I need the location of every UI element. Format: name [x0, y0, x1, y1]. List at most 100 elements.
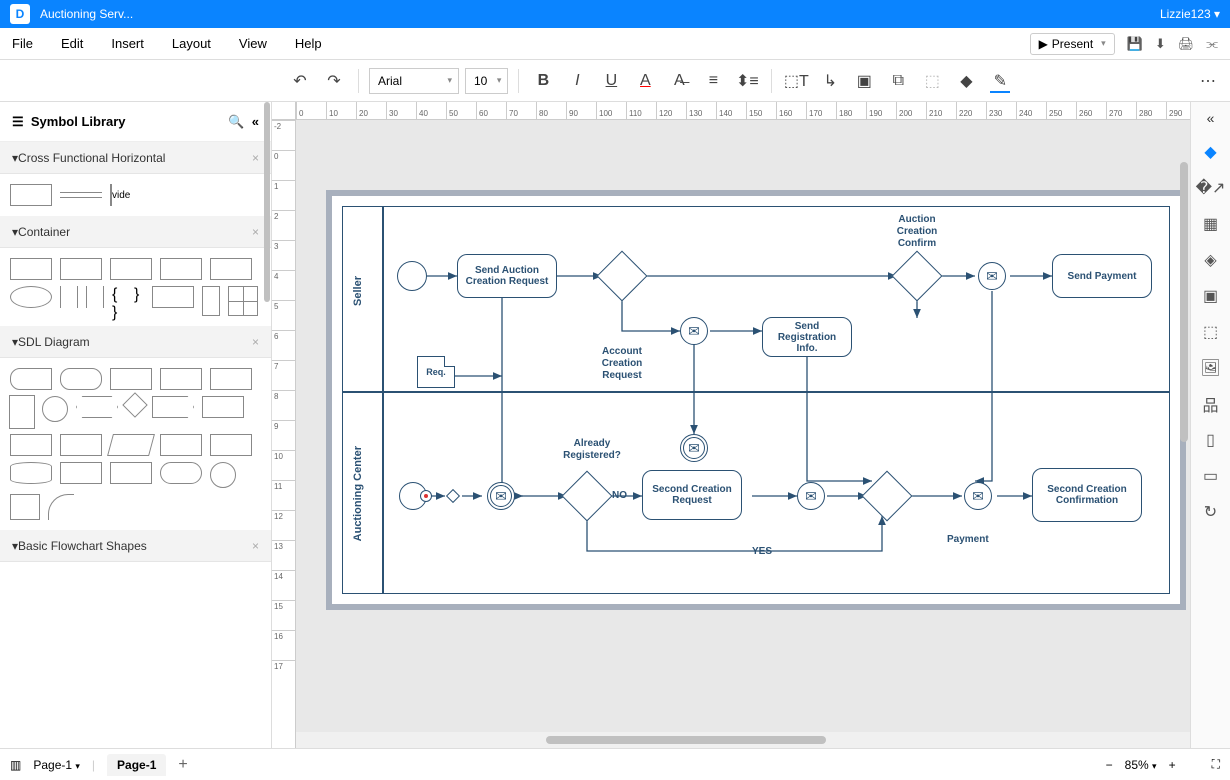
more-button[interactable]: ⋯ [1194, 67, 1222, 95]
message-event-4[interactable]: ✉ [797, 482, 825, 510]
collapse-sidebar-icon[interactable]: « [252, 114, 259, 129]
shape-bracket[interactable] [86, 286, 104, 308]
diagram-page[interactable]: Seller Auctioning Center [326, 190, 1186, 610]
search-icon[interactable]: 🔍 [228, 114, 244, 130]
undo-button[interactable]: ↶ [286, 67, 314, 95]
start-event-seller[interactable] [397, 261, 427, 291]
user-menu[interactable]: Lizzie123 ▾ [1160, 7, 1220, 21]
close-icon[interactable]: × [252, 539, 259, 553]
shape-pill[interactable] [160, 462, 202, 484]
collapse-right-icon[interactable]: « [1207, 110, 1215, 126]
shape[interactable] [160, 434, 202, 456]
bold-button[interactable]: B [529, 67, 557, 95]
shape[interactable] [110, 462, 152, 484]
zoom-in-button[interactable]: + [1169, 758, 1176, 772]
present-button[interactable]: ▶ Present ▾ [1030, 33, 1115, 55]
share-icon[interactable]: ⫘ [1206, 36, 1218, 52]
task-send-registration[interactable]: Send Registration Info. [762, 317, 852, 357]
font-color-button[interactable]: A [631, 67, 659, 95]
menu-view[interactable]: View [239, 36, 267, 51]
shape-bracket[interactable] [60, 286, 78, 308]
arrange-button[interactable]: ⧉ [884, 67, 912, 95]
message-event-3[interactable]: ✉ [487, 482, 515, 510]
shape-rect[interactable] [10, 258, 52, 280]
layers-panel-icon[interactable]: ◈ [1201, 250, 1221, 270]
shape[interactable] [60, 434, 102, 456]
shape-diamond[interactable] [122, 392, 147, 417]
menu-insert[interactable]: Insert [111, 36, 144, 51]
shape-rect[interactable] [60, 258, 102, 280]
page-tab[interactable]: Page-1 [107, 754, 166, 776]
shape-para[interactable] [107, 434, 155, 456]
canvas-vscroll[interactable] [1180, 162, 1188, 442]
shape-lane[interactable] [10, 184, 52, 206]
shape-circle[interactable] [210, 462, 236, 488]
shape-cyl[interactable] [10, 462, 52, 484]
shape-brace[interactable]: } [134, 286, 144, 308]
task-send-payment[interactable]: Send Payment [1052, 254, 1152, 298]
shape-circle[interactable] [42, 396, 68, 422]
shape[interactable] [202, 396, 244, 418]
shape[interactable] [60, 368, 102, 390]
zoom-out-button[interactable]: − [1106, 758, 1113, 772]
menu-help[interactable]: Help [295, 36, 322, 51]
close-icon[interactable]: × [252, 335, 259, 349]
shape-rect[interactable] [152, 286, 194, 308]
task-second-confirmation[interactable]: Second Creation Confirmation [1032, 468, 1142, 522]
comments-panel-icon[interactable]: ▣ [1201, 286, 1221, 306]
message-event-2[interactable]: ✉ [978, 262, 1006, 290]
shape-rect[interactable] [110, 258, 152, 280]
shape[interactable] [210, 368, 252, 390]
shape-vide[interactable]: vide [110, 184, 150, 206]
shape[interactable] [10, 368, 52, 390]
shape[interactable] [10, 494, 40, 520]
section-cross-functional[interactable]: ▾ Cross Functional Horizontal× [0, 142, 271, 174]
text-highlight-button[interactable]: A̶ [665, 67, 693, 95]
italic-button[interactable]: I [563, 67, 591, 95]
style-panel-icon[interactable]: ◆ [1201, 142, 1221, 162]
data-panel-icon[interactable]: ⬚ [1201, 322, 1221, 342]
shape-arc[interactable] [48, 494, 74, 520]
page-dropdown[interactable]: Page-1 ▾ [33, 758, 80, 772]
message-event-1[interactable]: ✉ [680, 317, 708, 345]
save-icon[interactable]: 💾 [1127, 36, 1143, 52]
shape-rect[interactable] [202, 286, 220, 316]
shape[interactable] [60, 462, 102, 484]
shape-rect[interactable] [160, 258, 202, 280]
font-size-select[interactable]: 10 [465, 68, 508, 94]
data-object-req[interactable]: Req. [417, 356, 455, 388]
zoom-level[interactable]: 85% ▾ [1125, 758, 1157, 772]
shape[interactable] [10, 434, 52, 456]
line-color-button[interactable]: ✎ [986, 67, 1014, 95]
slide-panel-icon[interactable]: ▭ [1201, 466, 1221, 486]
task-second-request[interactable]: Second Creation Request [642, 470, 742, 520]
download-icon[interactable]: ⬇ [1155, 36, 1166, 52]
text-box-button[interactable]: ⬚T [782, 67, 810, 95]
shape-rect[interactable] [210, 258, 252, 280]
tree-panel-icon[interactable]: 品 [1201, 394, 1221, 414]
intermediate-event[interactable]: ✉ [680, 434, 708, 462]
message-event-5[interactable]: ✉ [964, 482, 992, 510]
shape-brace[interactable]: { } [112, 286, 126, 308]
task-send-auction[interactable]: Send Auction Creation Request [457, 254, 557, 298]
align-button[interactable]: ≡ [699, 67, 727, 95]
connector-button[interactable]: ↳ [816, 67, 844, 95]
shape-grid[interactable] [228, 286, 258, 316]
section-sdl[interactable]: ▾ SDL Diagram× [0, 326, 271, 358]
group-button[interactable]: ⬚ [918, 67, 946, 95]
menu-layout[interactable]: Layout [172, 36, 211, 51]
fill-button[interactable]: ◆ [952, 67, 980, 95]
image-button[interactable]: ▣ [850, 67, 878, 95]
fullscreen-button[interactable]: ⛶ [1212, 757, 1220, 772]
shape-hex[interactable] [76, 396, 118, 418]
export-panel-icon[interactable]: �↗ [1201, 178, 1221, 198]
section-basic-flowchart[interactable]: ▾ Basic Flowchart Shapes× [0, 530, 271, 562]
history-panel-icon[interactable]: ↻ [1201, 502, 1221, 522]
grid-panel-icon[interactable]: ▦ [1201, 214, 1221, 234]
line-spacing-button[interactable]: ⬍≡ [733, 67, 761, 95]
close-icon[interactable]: × [252, 151, 259, 165]
shape[interactable] [110, 368, 152, 390]
font-family-select[interactable]: Arial [369, 68, 459, 94]
shape-triangle[interactable] [10, 396, 34, 428]
image-panel-icon[interactable]: 🖼 [1201, 358, 1221, 378]
